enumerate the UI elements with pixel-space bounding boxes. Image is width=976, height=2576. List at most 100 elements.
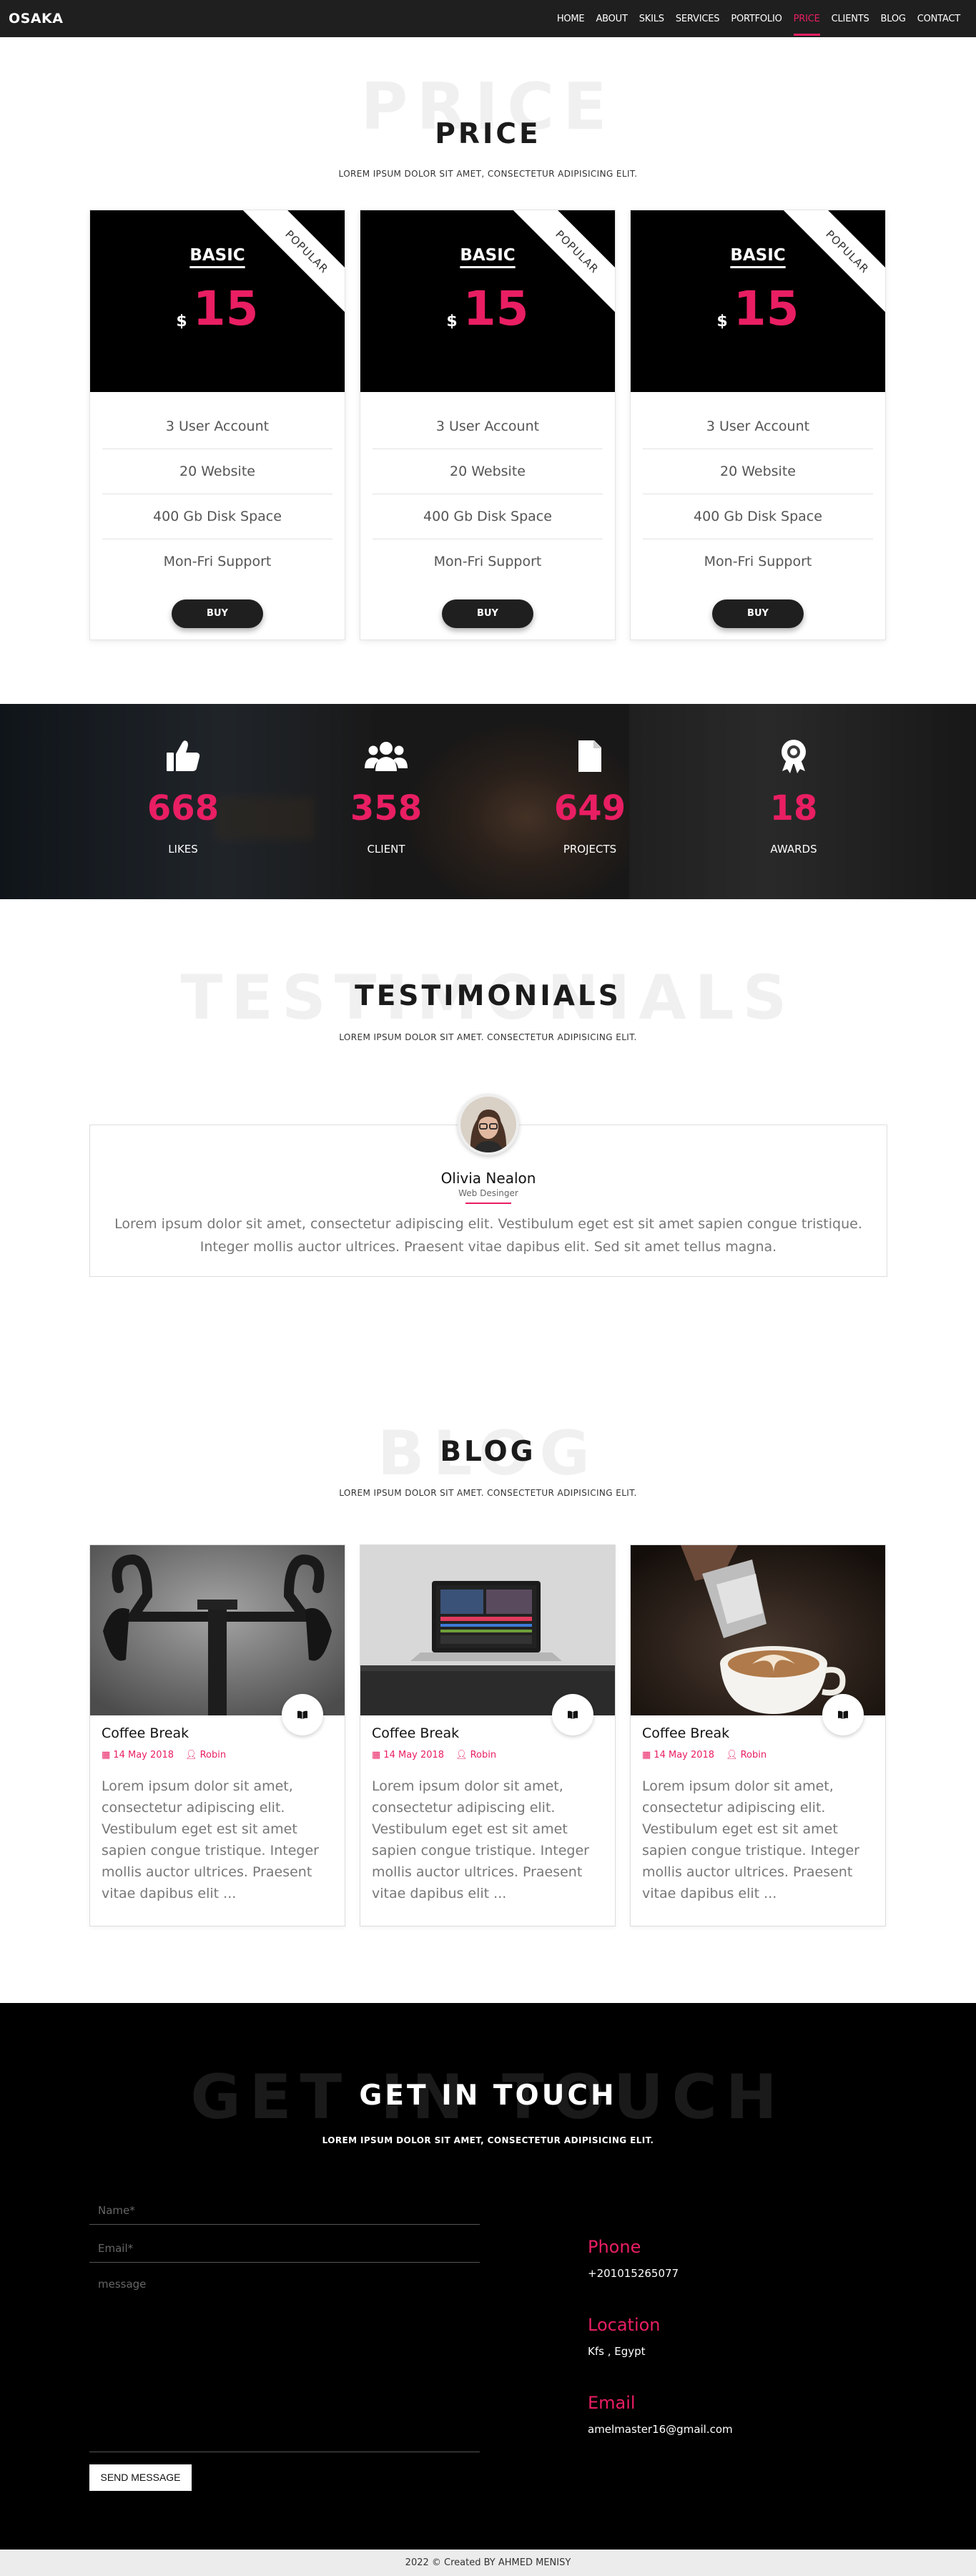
contact-phone: Phone +201015265077: [588, 2237, 679, 2280]
contact-title: GET IN TOUCH: [359, 2080, 617, 2112]
plan-price: $15: [90, 285, 345, 333]
counter-awards: 18 AWARDS: [722, 738, 865, 856]
blog-date-text: 14 May 2018: [654, 1750, 715, 1760]
counters-section: 668 LIKES 358 CLIENT 649 PROJECTS 18 AWA…: [0, 704, 976, 899]
user-icon: 👤︎: [455, 1750, 468, 1760]
blog-image-bicycle[interactable]: [90, 1545, 345, 1715]
testimonials-section: TESTIMONIALS TESTIMONIALS LOREM IPSUM DO…: [0, 899, 976, 1357]
buy-button[interactable]: BUY: [172, 599, 263, 628]
blog-post-title[interactable]: Coffee Break: [102, 1725, 189, 1741]
blog-post-title[interactable]: Coffee Break: [372, 1725, 459, 1741]
price-section: PRICE PRICE LOREM IPSUM DOLOR SIT AMET, …: [0, 37, 976, 704]
plan-feature: 20 Website: [643, 449, 873, 494]
book-icon[interactable]: [822, 1694, 864, 1735]
email-field[interactable]: [89, 2234, 480, 2263]
blog-subtitle: LOREM IPSUM DOLOR SIT AMET. CONSECTETUR …: [339, 1488, 637, 1498]
blog-date: ▦ 14 May 2018: [372, 1750, 444, 1760]
copyright-text: 2022 © Created BY AHMED MENISY: [405, 2557, 571, 2568]
buy-button[interactable]: BUY: [442, 599, 533, 628]
plan-feature: 400 Gb Disk Space: [102, 494, 332, 539]
counter-likes: 668 LIKES: [112, 738, 255, 856]
send-message-button[interactable]: SEND MESSAGE: [89, 2464, 192, 2491]
plan-feature: Mon-Fri Support: [163, 554, 272, 569]
testimonials-title: TESTIMONIALS: [355, 980, 621, 1012]
blog-cards: Coffee Break ▦ 14 May 2018 👤︎ Robin Lorem …: [89, 1544, 886, 1926]
plan-feature: Mon-Fri Support: [433, 554, 542, 569]
blog-card: Coffee Break ▦ 14 May 2018 👤︎ Robin Lorem …: [630, 1544, 886, 1926]
pricing-card: POPULAR BASIC $15 3 User Account 20 Webs…: [630, 210, 886, 640]
contact-section: GET IN TOUCH GET IN TOUCH LOREM IPSUM DO…: [0, 2003, 976, 2550]
nav-about[interactable]: ABOUT: [590, 2, 633, 36]
thumbs-up-icon: [112, 738, 255, 774]
blog-card: Coffee Break ▦ 14 May 2018 👤︎ Robin Lorem …: [89, 1544, 345, 1926]
testimonials-subtitle: LOREM IPSUM DOLOR SIT AMET. CONSECTETUR …: [339, 1032, 637, 1042]
blog-date-text: 14 May 2018: [113, 1750, 174, 1760]
email-value[interactable]: amelmaster16@gmail.com: [588, 2423, 733, 2436]
testimonial-name: Olivia Nealon: [440, 1170, 536, 1187]
nav-price[interactable]: PRICE: [788, 2, 826, 36]
price-amount: 15: [463, 281, 529, 336]
plan-features: 3 User Account 20 Website 400 Gb Disk Sp…: [90, 404, 345, 584]
location-value: Kfs , Egypt: [588, 2345, 646, 2358]
nav-portfolio[interactable]: PORTFOLIO: [725, 2, 787, 36]
navbar: OSAKA HOME ABOUT SKILS SERVICES PORTFOLI…: [0, 0, 976, 37]
blog-post-excerpt: Lorem ipsum dolor sit amet, consectetur …: [642, 1778, 859, 1901]
name-field[interactable]: [89, 2196, 480, 2225]
nav-services[interactable]: SERVICES: [670, 2, 725, 36]
plan-feature: 400 Gb Disk Space: [643, 494, 873, 539]
logo[interactable]: OSAKA: [9, 11, 63, 26]
plan-name: BASIC: [460, 246, 516, 265]
blog-author[interactable]: 👤︎ Robin: [185, 1750, 226, 1760]
nav-clients[interactable]: CLIENTS: [826, 2, 875, 36]
user-icon: 👤︎: [185, 1750, 197, 1760]
book-icon[interactable]: [282, 1694, 323, 1735]
price-title: PRICE: [435, 118, 541, 150]
plan-name: BASIC: [730, 246, 786, 265]
blog-post-meta: ▦ 14 May 2018 👤︎ Robin: [372, 1750, 496, 1760]
plan-feature: 3 User Account: [373, 404, 603, 449]
blog-post-meta: ▦ 14 May 2018 👤︎ Robin: [102, 1750, 226, 1760]
counter-value: 649: [553, 788, 626, 828]
plan-feature: Mon-Fri Support: [704, 554, 812, 569]
phone-label: Phone: [588, 2237, 641, 2257]
user-icon: 👤︎: [726, 1750, 738, 1760]
footer: 2022 © Created BY AHMED MENISY: [0, 2550, 976, 2576]
contact-location: Location Kfs , Egypt: [588, 2315, 661, 2358]
plan-feature: 3 User Account: [102, 404, 332, 449]
nav-skils[interactable]: SKILS: [634, 2, 670, 36]
plan-feature: 3 User Account: [643, 404, 873, 449]
blog-author-text: Robin: [740, 1750, 767, 1760]
blog-post-title[interactable]: Coffee Break: [642, 1725, 729, 1741]
blog-author[interactable]: 👤︎ Robin: [455, 1750, 496, 1760]
pricing-card: POPULAR BASIC $15 3 User Account 20 Webs…: [89, 210, 345, 640]
pricing-card-header: POPULAR BASIC $15: [360, 210, 615, 392]
price-amount: 15: [733, 281, 799, 336]
calendar-icon: ▦: [642, 1750, 651, 1760]
message-field[interactable]: [89, 2273, 480, 2452]
currency-symbol: $: [716, 313, 728, 330]
price-subtitle: LOREM IPSUM DOLOR SIT AMET, CONSECTETUR …: [338, 169, 638, 179]
calendar-icon: ▦: [372, 1750, 381, 1760]
calendar-icon: ▦: [102, 1750, 111, 1760]
blog-image-latte[interactable]: [631, 1545, 885, 1715]
blog-author[interactable]: 👤︎ Robin: [726, 1750, 766, 1760]
plan-features: 3 User Account 20 Website 400 Gb Disk Sp…: [360, 404, 615, 584]
nav-contact[interactable]: CONTACT: [912, 2, 966, 36]
blog-date: ▦ 14 May 2018: [102, 1750, 174, 1760]
buy-button[interactable]: BUY: [712, 599, 804, 628]
phone-value[interactable]: +201015265077: [588, 2267, 679, 2280]
location-label: Location: [588, 2315, 661, 2335]
pricing-card-header: POPULAR BASIC $15: [90, 210, 345, 392]
blog-date-text: 14 May 2018: [383, 1750, 445, 1760]
blog-author-text: Robin: [199, 1750, 227, 1760]
blog-image-laptop[interactable]: [360, 1545, 615, 1715]
blog-card: Coffee Break ▦ 14 May 2018 👤︎ Robin Lorem …: [360, 1544, 616, 1926]
nav-blog[interactable]: BLOG: [875, 2, 912, 36]
counter-label: LIKES: [168, 843, 198, 856]
nav-home[interactable]: HOME: [551, 2, 591, 36]
blog-post-excerpt: Lorem ipsum dolor sit amet, consectetur …: [372, 1778, 589, 1901]
counter-value: 18: [769, 788, 818, 828]
counter-client: 358 CLIENT: [315, 738, 458, 856]
book-icon[interactable]: [552, 1694, 593, 1735]
blog-post-excerpt: Lorem ipsum dolor sit amet, consectetur …: [102, 1778, 319, 1901]
